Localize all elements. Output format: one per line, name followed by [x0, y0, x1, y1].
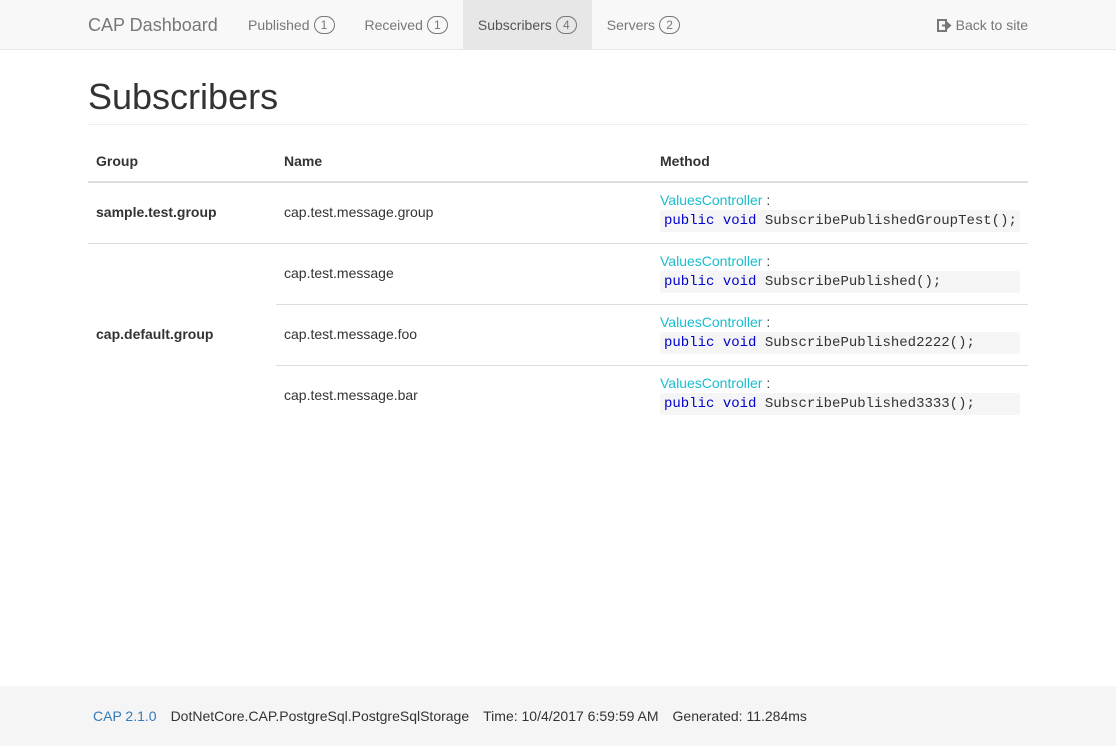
name-cell: cap.test.message.group	[284, 204, 434, 220]
method-signature: public void SubscribePublished3333();	[660, 393, 1020, 415]
signature: SubscribePublished2222();	[764, 335, 975, 351]
footer: CAP 2.1.0 DotNetCore.CAP.PostgreSql.Post…	[0, 686, 1116, 746]
keyword: void	[722, 274, 757, 290]
signature: SubscribePublishedGroupTest();	[764, 213, 1017, 229]
method-signature: public void SubscribePublished();	[660, 271, 1020, 293]
count-badge: 2	[659, 16, 681, 34]
tab-subscribers[interactable]: Subscribers 4	[462, 0, 592, 50]
keyword: void	[722, 396, 757, 412]
keyword: public	[664, 335, 715, 351]
tab-label: Received	[364, 17, 423, 33]
name-cell: cap.test.message	[284, 265, 394, 281]
footer-content: CAP 2.1.0 DotNetCore.CAP.PostgreSql.Post…	[93, 686, 821, 746]
tab-received[interactable]: Received 1	[350, 0, 463, 50]
table-header: Group Name Method	[88, 143, 1028, 183]
controller-link[interactable]: ValuesController	[660, 253, 762, 269]
time-info: Time: 10/4/2017 6:59:59 AM	[483, 708, 659, 724]
method-separator: :	[766, 253, 771, 269]
count-badge: 1	[313, 16, 335, 34]
nav-tabs: Published 1 Received 1 Subscribers 4 Ser…	[233, 0, 695, 50]
controller-link[interactable]: ValuesController	[660, 314, 762, 330]
signature: SubscribePublished();	[764, 274, 942, 290]
method-cell: ValuesController : public void Subscribe…	[660, 253, 1020, 293]
storage-info: DotNetCore.CAP.PostgreSql.PostgreSqlStor…	[170, 708, 470, 724]
table-row: cap.test.message.group ValuesController …	[276, 183, 1028, 244]
sign-out-icon	[936, 18, 952, 32]
tab-label: Published	[248, 17, 310, 33]
controller-link[interactable]: ValuesController	[660, 375, 762, 391]
navbar: CAP Dashboard Published 1 Received 1 Sub…	[0, 0, 1116, 50]
group-cell: cap.default.group	[96, 326, 214, 342]
back-to-site-link[interactable]: Back to site	[936, 0, 1028, 50]
method-signature: public void SubscribePublishedGroupTest(…	[660, 210, 1020, 232]
keyword: public	[664, 274, 715, 290]
header-group: Group	[96, 153, 138, 169]
table-row: cap.test.message.bar ValuesController : …	[276, 365, 1028, 426]
method-cell: ValuesController : public void Subscribe…	[660, 314, 1020, 354]
method-cell: ValuesController : public void Subscribe…	[660, 192, 1020, 232]
keyword: public	[664, 213, 715, 229]
header-name: Name	[284, 153, 323, 169]
signature: SubscribePublished3333();	[764, 396, 975, 412]
brand-link[interactable]: CAP Dashboard	[88, 0, 218, 50]
table-row: cap.test.message ValuesController : publ…	[276, 244, 1028, 305]
keyword: void	[722, 213, 757, 229]
tab-label: Servers	[606, 17, 656, 33]
name-cell: cap.test.message.foo	[284, 326, 418, 342]
method-separator: :	[766, 314, 771, 330]
method-cell: ValuesController : public void Subscribe…	[660, 375, 1020, 415]
generated-info: Generated: 11.284ms	[672, 708, 807, 724]
count-badge: 4	[555, 16, 577, 34]
name-cell: cap.test.message.bar	[284, 387, 418, 403]
tab-label: Subscribers	[477, 17, 552, 33]
keyword: public	[664, 396, 715, 412]
tab-servers[interactable]: Servers 2	[592, 0, 695, 50]
back-label: Back to site	[955, 17, 1028, 33]
controller-link[interactable]: ValuesController	[660, 192, 762, 208]
version-link[interactable]: CAP 2.1.0	[93, 708, 157, 724]
method-separator: :	[766, 192, 771, 208]
header-method: Method	[660, 153, 710, 169]
table-row: cap.test.message.foo ValuesController : …	[276, 304, 1028, 365]
page-title: Subscribers	[88, 76, 279, 117]
keyword: void	[722, 335, 757, 351]
subscribers-table: Group Name Method sample.test.group cap.…	[88, 143, 1028, 415]
group-cell: sample.test.group	[96, 204, 217, 220]
method-signature: public void SubscribePublished2222();	[660, 332, 1020, 354]
method-separator: :	[766, 375, 771, 391]
count-badge: 1	[426, 16, 448, 34]
tab-published[interactable]: Published 1	[233, 0, 350, 50]
page-header: Subscribers	[88, 70, 1028, 125]
